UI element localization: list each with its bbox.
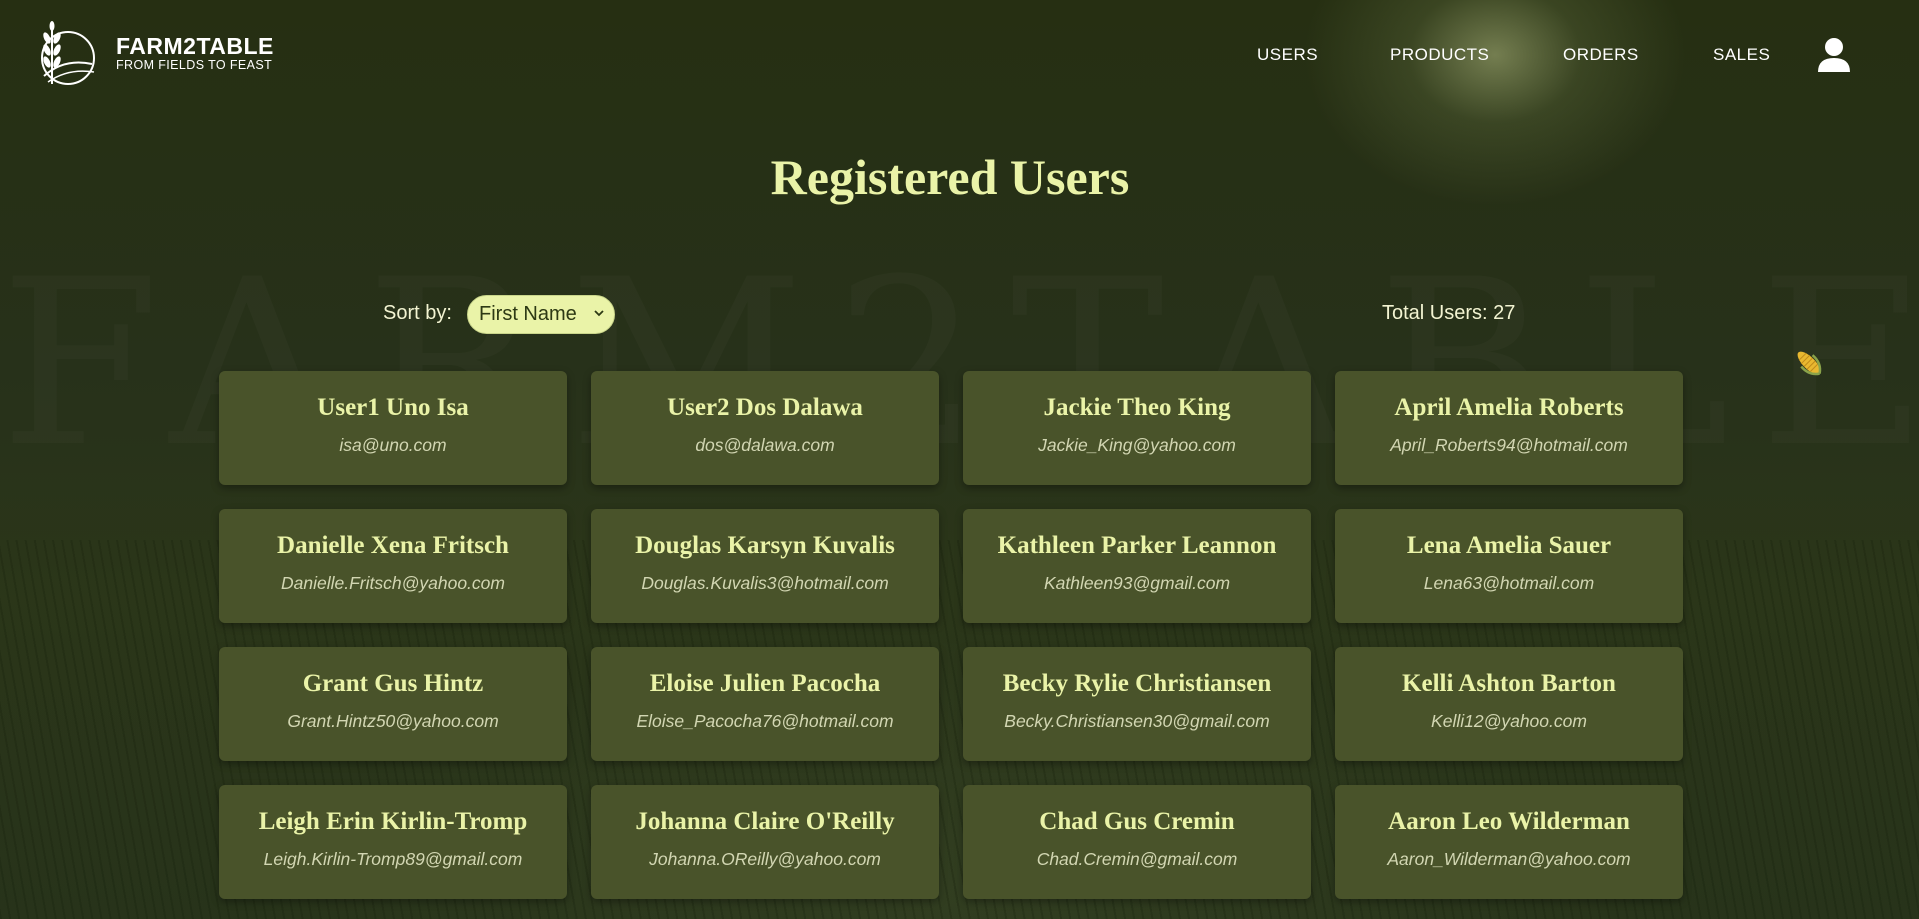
- user-card[interactable]: Becky Rylie Christiansen Becky.Christian…: [963, 647, 1311, 761]
- user-card[interactable]: User1 Uno Isa isa@uno.com: [219, 371, 567, 485]
- user-card[interactable]: User2 Dos Dalawa dos@dalawa.com: [591, 371, 939, 485]
- wheat-logo-icon: [41, 21, 95, 85]
- sort-select-value: First Name: [479, 303, 577, 325]
- user-email: isa@uno.com: [339, 435, 447, 455]
- user-card[interactable]: Grant Gus Hintz Grant.Hintz50@yahoo.com: [219, 647, 567, 761]
- user-email: dos@dalawa.com: [695, 435, 835, 455]
- user-name: Chad Gus Cremin: [1039, 808, 1235, 835]
- user-card[interactable]: April Amelia Roberts April_Roberts94@hot…: [1335, 371, 1683, 485]
- user-card[interactable]: Leigh Erin Kirlin-Tromp Leigh.Kirlin-Tro…: [219, 785, 567, 899]
- user-card[interactable]: Douglas Karsyn Kuvalis Douglas.Kuvalis3@…: [591, 509, 939, 623]
- user-card[interactable]: Johanna Claire O'Reilly Johanna.OReilly@…: [591, 785, 939, 899]
- user-email: Eloise_Pacocha76@hotmail.com: [636, 711, 894, 731]
- user-email: Kathleen93@gmail.com: [1043, 573, 1231, 593]
- user-name: Lena Amelia Sauer: [1406, 532, 1612, 559]
- user-email: Kelli12@yahoo.com: [1431, 711, 1587, 731]
- user-email: Leigh.Kirlin-Tromp89@gmail.com: [263, 849, 523, 869]
- user-card-grid: User1 Uno Isa isa@uno.com User2 Dos Dala…: [219, 371, 1683, 899]
- user-card[interactable]: Jackie Theo King Jackie_King@yahoo.com: [963, 371, 1311, 485]
- sort-select[interactable]: First Name: [467, 295, 615, 334]
- nav-products[interactable]: PRODUCTS: [1390, 45, 1489, 65]
- user-email: Lena63@hotmail.com: [1423, 573, 1595, 593]
- user-name: Eloise Julien Pacocha: [649, 670, 881, 697]
- user-email: Aaron_Wilderman@yahoo.com: [1387, 849, 1631, 869]
- page-title: Registered Users: [770, 149, 1130, 205]
- user-name: Aaron Leo Wilderman: [1388, 808, 1630, 835]
- nav-users[interactable]: USERS: [1257, 45, 1318, 65]
- nav-orders[interactable]: ORDERS: [1563, 45, 1639, 65]
- user-email: Johanna.OReilly@yahoo.com: [649, 849, 881, 869]
- user-name: Kelli Ashton Barton: [1402, 670, 1616, 697]
- nav-sales[interactable]: SALES: [1713, 45, 1770, 65]
- user-name: Leigh Erin Kirlin-Tromp: [258, 808, 528, 835]
- user-card[interactable]: Kathleen Parker Leannon Kathleen93@gmail…: [963, 509, 1311, 623]
- user-email: Danielle.Fritsch@yahoo.com: [281, 573, 505, 593]
- user-name: Kathleen Parker Leannon: [997, 532, 1277, 559]
- user-card[interactable]: Eloise Julien Pacocha Eloise_Pacocha76@h…: [591, 647, 939, 761]
- user-name: April Amelia Roberts: [1394, 394, 1624, 421]
- user-name: User1 Uno Isa: [317, 394, 469, 421]
- chevron-down-icon: [594, 310, 604, 317]
- corn-icon: [1797, 351, 1822, 376]
- user-name: Johanna Claire O'Reilly: [635, 808, 895, 835]
- user-avatar-icon[interactable]: [1816, 36, 1852, 74]
- user-email: Chad.Cremin@gmail.com: [1036, 849, 1238, 869]
- user-name: Becky Rylie Christiansen: [1002, 670, 1272, 697]
- user-card[interactable]: Kelli Ashton Barton Kelli12@yahoo.com: [1335, 647, 1683, 761]
- sort-label: Sort by:: [383, 302, 452, 324]
- user-email: Jackie_King@yahoo.com: [1038, 435, 1236, 455]
- user-name: Douglas Karsyn Kuvalis: [635, 532, 895, 559]
- user-card[interactable]: Lena Amelia Sauer Lena63@hotmail.com: [1335, 509, 1683, 623]
- user-name: Grant Gus Hintz: [302, 670, 484, 697]
- brand-tagline: FROM FIELDS TO FEAST: [116, 58, 273, 72]
- user-name: Danielle Xena Fritsch: [277, 532, 509, 559]
- user-email: Douglas.Kuvalis3@hotmail.com: [641, 573, 889, 593]
- user-email: Grant.Hintz50@yahoo.com: [287, 711, 499, 731]
- user-card[interactable]: Aaron Leo Wilderman Aaron_Wilderman@yaho…: [1335, 785, 1683, 899]
- brand-logo[interactable]: FARM2TABLE FROM FIELDS TO FEAST: [34, 18, 274, 88]
- brand-title: FARM2TABLE: [116, 33, 274, 59]
- user-email: Becky.Christiansen30@gmail.com: [1004, 711, 1270, 731]
- user-card[interactable]: Danielle Xena Fritsch Danielle.Fritsch@y…: [219, 509, 567, 623]
- user-name: User2 Dos Dalawa: [667, 394, 863, 421]
- user-name: Jackie Theo King: [1043, 394, 1231, 421]
- user-email: April_Roberts94@hotmail.com: [1390, 435, 1628, 455]
- total-users-count: Total Users: 27: [1382, 302, 1516, 324]
- user-card[interactable]: Chad Gus Cremin Chad.Cremin@gmail.com: [963, 785, 1311, 899]
